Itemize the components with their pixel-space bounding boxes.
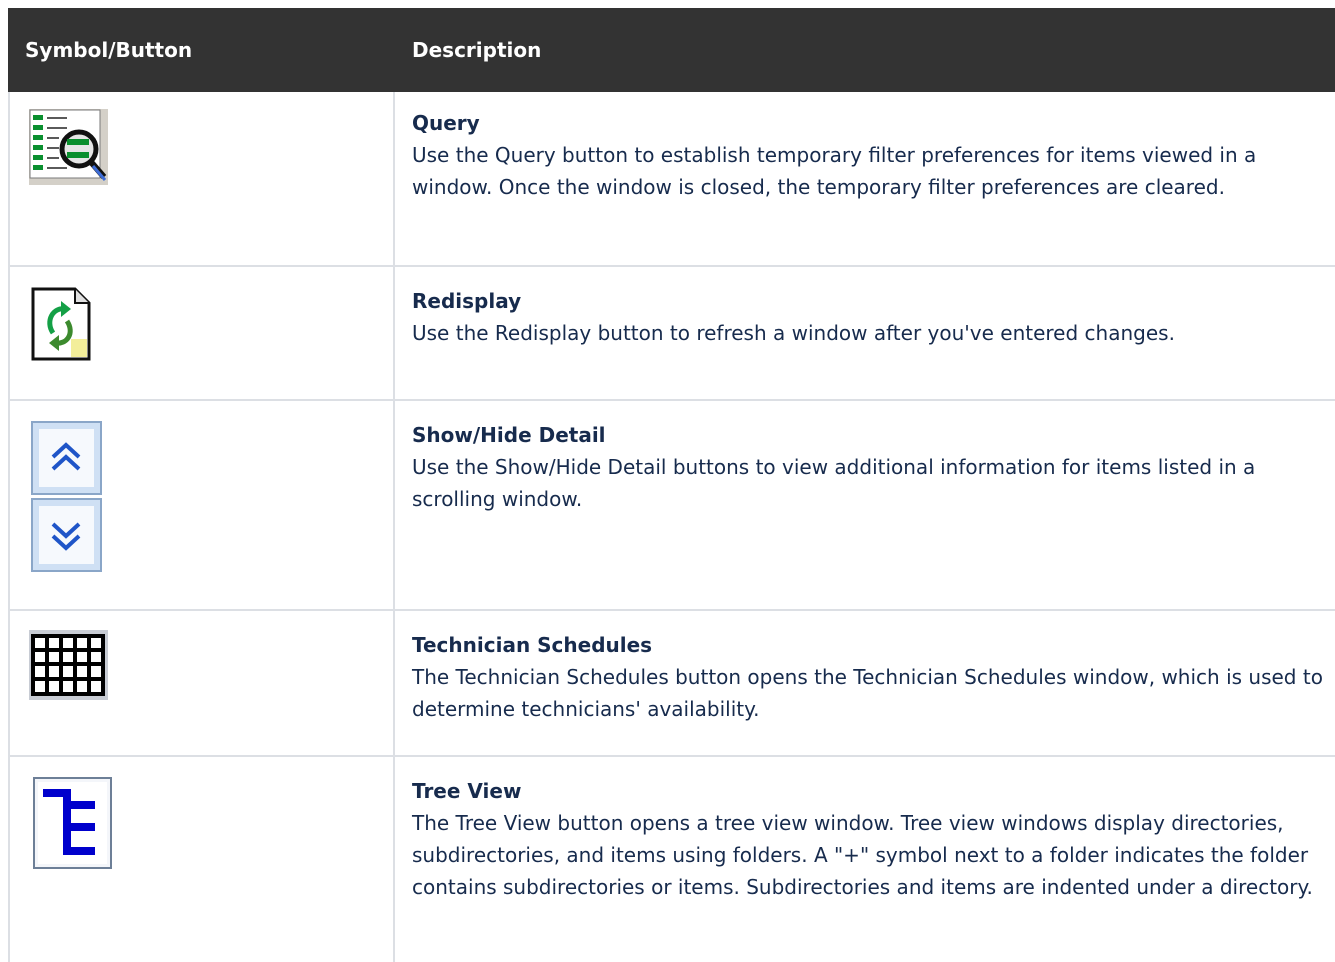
header-symbol-button: Symbol/Button	[25, 38, 193, 62]
row-title: Redisplay	[412, 289, 522, 313]
table-left-border	[8, 92, 10, 962]
row-divider	[8, 609, 1335, 611]
row-description: Redisplay Use the Redisplay button to re…	[412, 285, 1327, 349]
row-description: Query Use the Query button to establish …	[412, 107, 1327, 203]
header-description: Description	[412, 38, 542, 62]
show-hide-detail-icon[interactable]	[31, 421, 102, 573]
row-title: Show/Hide Detail	[412, 423, 606, 447]
row-text: Use the Show/Hide Detail buttons to view…	[412, 455, 1256, 511]
row-text: Use the Query button to establish tempor…	[412, 143, 1257, 199]
row-title: Tree View	[412, 779, 522, 803]
redisplay-icon[interactable]	[31, 287, 91, 361]
row-text: The Tree View button opens a tree view w…	[412, 811, 1313, 899]
row-divider	[8, 755, 1335, 757]
row-description: Technician Schedules The Technician Sche…	[412, 629, 1327, 725]
row-description: Show/Hide Detail Use the Show/Hide Detai…	[412, 419, 1327, 515]
symbol-button-table: Symbol/Button Description Query Use the …	[0, 0, 1335, 962]
table-column-divider	[393, 92, 395, 962]
row-text: Use the Redisplay button to refresh a wi…	[412, 321, 1175, 345]
row-divider	[8, 265, 1335, 267]
row-description: Tree View The Tree View button opens a t…	[412, 775, 1327, 903]
row-title: Technician Schedules	[412, 633, 653, 657]
query-icon[interactable]	[29, 109, 108, 185]
row-title: Query	[412, 111, 480, 135]
tree-view-icon[interactable]	[33, 777, 112, 869]
technician-schedules-icon[interactable]	[29, 630, 108, 700]
row-divider	[8, 399, 1335, 401]
table-header: Symbol/Button Description	[8, 8, 1335, 92]
row-text: The Technician Schedules button opens th…	[412, 665, 1323, 721]
